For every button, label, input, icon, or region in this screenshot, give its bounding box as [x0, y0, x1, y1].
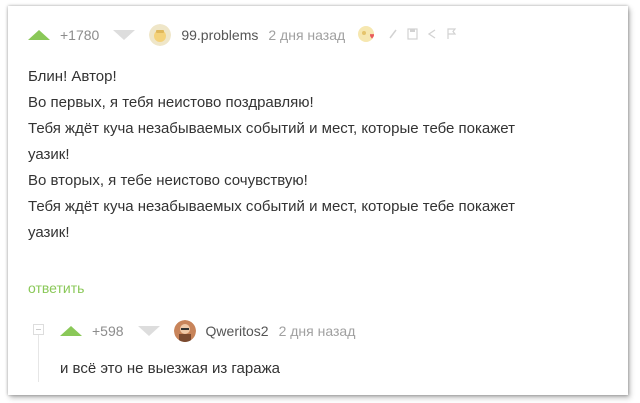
comment-line: уазик!	[28, 224, 70, 241]
vote-count: +1780	[60, 27, 100, 43]
share-icon[interactable]	[427, 28, 437, 43]
collapse-thread-button[interactable]	[33, 324, 44, 335]
comment-body: Блин! Автор! Во первых, я тебя неистово …	[28, 64, 618, 246]
comment-line: Во первых, я тебя неистово поздравляю!	[28, 94, 314, 111]
reply-header: +598 Qweritos2 2 дня назад	[60, 320, 355, 342]
save-icon[interactable]	[407, 27, 418, 43]
username[interactable]: 99.problems	[181, 27, 258, 43]
comment-line: уазик!	[28, 146, 70, 163]
comment-line: Тебя ждёт куча незабываемых событий и ме…	[28, 198, 516, 215]
downvote-icon[interactable]	[113, 30, 136, 40]
vote-count: +598	[92, 323, 124, 339]
comment-line: Тебя ждёт куча незабываемых событий и ме…	[28, 120, 516, 137]
comment-line: Во вторых, я тебе неистово сочувствую!	[28, 172, 308, 189]
comment-actions	[355, 24, 457, 47]
award-icon[interactable]	[355, 24, 379, 47]
username[interactable]: Qweritos2	[206, 323, 269, 339]
downvote-icon[interactable]	[137, 326, 160, 336]
edit-icon[interactable]	[388, 28, 398, 43]
timestamp: 2 дня назад	[268, 27, 346, 43]
upvote-icon[interactable]	[28, 30, 50, 40]
reply-button[interactable]: ответить	[28, 280, 84, 296]
avatar[interactable]	[149, 24, 172, 46]
upvote-icon[interactable]	[60, 326, 82, 336]
flag-icon[interactable]	[446, 27, 457, 43]
comment-header: +1780 99.problems 2 дня назад	[28, 24, 457, 46]
comment-card: +1780 99.problems 2 дня назад Блин! Авто…	[8, 6, 628, 395]
reply-body: и всё это не выезжая из гаража	[60, 360, 280, 377]
comment-line: Блин! Автор!	[28, 68, 117, 85]
timestamp: 2 дня назад	[278, 323, 356, 339]
avatar[interactable]	[173, 320, 196, 342]
